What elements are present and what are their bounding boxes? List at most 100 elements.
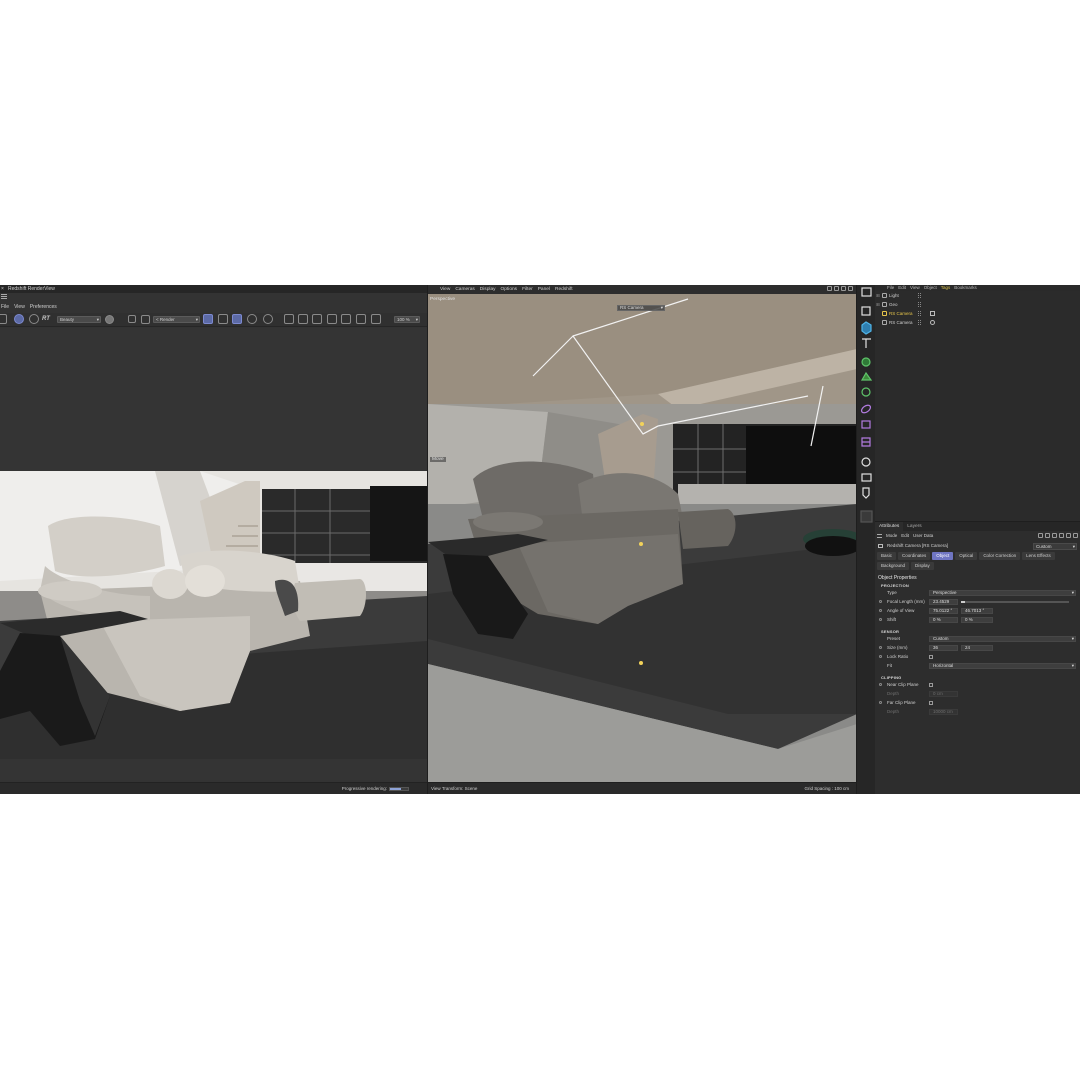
object-row-rs-camera-selected[interactable]: RS Camera	[875, 309, 1080, 318]
back-arrow-icon[interactable]	[1038, 533, 1043, 538]
keyframe-icon[interactable]	[879, 701, 882, 704]
bend-deformer-icon[interactable]	[861, 419, 872, 430]
render-start-icon[interactable]	[14, 314, 24, 324]
ptab-lens-effects[interactable]: Lens Effects	[1022, 552, 1055, 560]
fit-icon[interactable]	[284, 314, 294, 324]
fit-dropdown[interactable]: Horizontal	[929, 663, 1076, 669]
expand-icon[interactable]: ⊞	[876, 300, 880, 309]
attr-menu-user-data[interactable]: User Data	[913, 532, 933, 540]
attr-menu-edit[interactable]: Edit	[901, 532, 909, 540]
save-image-icon[interactable]	[341, 314, 351, 324]
attr-menu-mode[interactable]: Mode	[886, 532, 897, 540]
visibility-dots-icon[interactable]	[918, 293, 921, 298]
light-icon[interactable]	[861, 486, 872, 497]
keyframe-icon[interactable]	[879, 618, 882, 621]
ptab-background[interactable]: Background	[877, 562, 910, 570]
keyframe-icon[interactable]	[879, 683, 882, 686]
close-icon[interactable]: ×	[1, 285, 4, 293]
rotate-icon[interactable]	[834, 286, 839, 291]
preset-dropdown[interactable]: Custom	[929, 636, 1076, 642]
pick-object-icon[interactable]	[232, 314, 242, 324]
rt-toggle[interactable]: RT	[42, 314, 50, 324]
copy-image-icon[interactable]	[356, 314, 366, 324]
shift-x-input[interactable]: 0 %	[929, 617, 958, 623]
visibility-dots-icon[interactable]	[918, 302, 921, 307]
ptab-object[interactable]: Object	[932, 552, 954, 560]
focal-length-input[interactable]: 23.4529	[929, 599, 958, 605]
shift-y-input[interactable]: 0 %	[961, 617, 993, 623]
type-dropdown[interactable]: Perspective	[929, 590, 1076, 596]
up-arrow-icon[interactable]	[1045, 533, 1050, 538]
object-row-geo[interactable]: ⊞ Geo	[875, 300, 1080, 309]
lock-ratio-checkbox[interactable]	[929, 655, 933, 659]
refresh-icon[interactable]	[29, 314, 39, 324]
aov-dropdown[interactable]: Beauty	[57, 316, 101, 323]
crop-icon[interactable]	[141, 315, 150, 324]
slider-handle[interactable]	[961, 601, 965, 603]
cube-icon[interactable]	[861, 321, 872, 332]
lock-icon[interactable]	[1066, 533, 1071, 538]
region-render-icon[interactable]	[203, 314, 213, 324]
sensor-height-input[interactable]: 24	[961, 645, 993, 651]
ptab-optical[interactable]: Optical	[955, 552, 978, 560]
sensor-width-input[interactable]: 36	[929, 645, 958, 651]
visibility-dots-icon[interactable]	[918, 311, 921, 316]
menu-panel[interactable]: Panel	[538, 285, 550, 294]
expand-icon[interactable]: ⊞	[876, 291, 880, 300]
protection-tag-icon[interactable]	[930, 320, 935, 325]
cube-primitive-icon[interactable]	[861, 306, 872, 317]
keyframe-icon[interactable]	[879, 655, 882, 658]
render-canvas[interactable]	[0, 328, 427, 780]
ptab-coordinates[interactable]: Coordinates	[898, 552, 931, 560]
grid-icon[interactable]	[128, 315, 136, 323]
snapshot-icon[interactable]	[0, 314, 7, 324]
environment-icon[interactable]	[861, 456, 872, 467]
menu-cameras[interactable]: Cameras	[455, 285, 474, 294]
menu-view[interactable]: View	[14, 304, 25, 311]
redshift-tag-icon[interactable]	[930, 311, 935, 316]
object-row-rs-camera[interactable]: RS Camera	[875, 318, 1080, 327]
bucket-icon[interactable]	[218, 314, 228, 324]
history-icon[interactable]	[371, 314, 381, 324]
text-icon[interactable]	[861, 338, 872, 349]
focus-icon[interactable]	[247, 314, 257, 324]
menu-display[interactable]: Display	[480, 285, 496, 294]
search-icon[interactable]	[1052, 533, 1057, 538]
compare-icon[interactable]	[327, 314, 337, 324]
viewport-camera-dropdown[interactable]: RS Camera	[617, 305, 665, 311]
effector-icon[interactable]	[861, 387, 872, 398]
zoom-icon[interactable]	[841, 286, 846, 291]
camera-icon[interactable]	[861, 472, 872, 483]
menu-preferences[interactable]: Preferences	[30, 304, 57, 311]
near-clip-checkbox[interactable]	[929, 683, 933, 687]
menu-options[interactable]: Options	[501, 285, 518, 294]
deformer-icon[interactable]	[861, 403, 872, 414]
horizontal-aov-input[interactable]: 75.0122 °	[929, 608, 958, 614]
field-icon[interactable]	[861, 436, 872, 447]
zoom-dropdown[interactable]: 100 %	[394, 316, 420, 323]
far-clip-checkbox[interactable]	[929, 701, 933, 705]
pan-icon[interactable]	[827, 286, 832, 291]
undo-icon[interactable]	[861, 287, 872, 298]
object-row-light[interactable]: ⊞ Light	[875, 291, 1080, 300]
new-panel-icon[interactable]	[1073, 533, 1078, 538]
visibility-dots-icon[interactable]	[918, 320, 921, 325]
hamburger-menu-icon[interactable]	[1, 294, 7, 299]
keyframe-icon[interactable]	[879, 600, 882, 603]
cloner-icon[interactable]	[861, 372, 872, 383]
menu-file[interactable]: File	[1, 304, 9, 311]
generator-icon[interactable]	[861, 357, 872, 368]
attributes-mode-dropdown[interactable]: Custom	[1033, 543, 1077, 550]
menu-view[interactable]: View	[440, 285, 450, 294]
brush-icon[interactable]	[861, 511, 872, 522]
keyframe-icon[interactable]	[879, 609, 882, 612]
menu-redshift[interactable]: Redshift	[555, 285, 573, 294]
ptab-display[interactable]: Display	[911, 562, 934, 570]
tab-layers[interactable]: Layers	[903, 522, 925, 531]
focal-length-slider[interactable]	[961, 601, 1069, 603]
ptab-basic[interactable]: Basic	[877, 552, 897, 560]
color-wheel-icon[interactable]	[105, 315, 114, 324]
vertical-aov-input[interactable]: 46.7013 °	[961, 608, 993, 614]
zoom-fit-icon[interactable]	[298, 314, 308, 324]
keyframe-icon[interactable]	[879, 646, 882, 649]
